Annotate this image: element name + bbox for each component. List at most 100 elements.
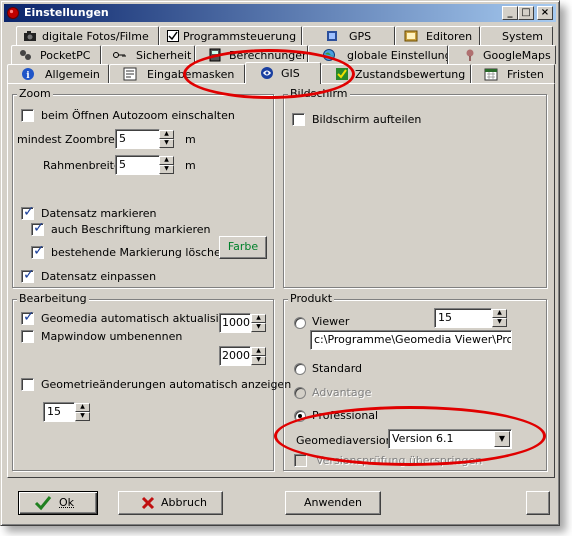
tab-label: GoogleMaps — [483, 49, 551, 62]
fit-record-label: Datensatz einpassen — [41, 270, 157, 283]
up-arrow-icon[interactable]: ▲ — [492, 309, 507, 318]
tab-googlemaps[interactable]: GoogleMaps — [448, 45, 556, 64]
auto-update-checkbox[interactable]: ✓ — [21, 309, 35, 325]
frame-width-input[interactable]: 5 — [115, 155, 160, 175]
check-icon — [336, 68, 348, 80]
viewer-label: Viewer — [312, 315, 350, 328]
info-icon: i — [22, 68, 34, 81]
maximize-button[interactable]: □ — [518, 6, 534, 20]
apply-button[interactable]: Anwenden — [285, 491, 381, 515]
down-arrow-icon[interactable]: ▼ — [251, 356, 266, 365]
tab-label: Sicherheit — [136, 49, 192, 62]
chevron-down-icon[interactable]: ▼ — [494, 431, 510, 447]
tab-gis[interactable]: GIS — [245, 62, 321, 84]
rename-mapwindow-input[interactable]: 2000 — [219, 346, 251, 366]
ok-button[interactable]: Ok — [18, 491, 98, 515]
up-arrow-icon[interactable]: ▲ — [159, 156, 174, 165]
close-button[interactable]: × — [537, 6, 553, 20]
mark-label-checkbox[interactable]: ✓ — [31, 220, 45, 236]
tab-digitale-fotos[interactable]: digitale Fotos/Filme — [16, 26, 159, 45]
professional-label: Professional — [312, 409, 379, 422]
advantage-radio[interactable] — [294, 387, 306, 399]
tab-sicherheit[interactable]: Sicherheit — [101, 45, 195, 64]
tab-pocketpc[interactable]: PocketPC — [11, 45, 101, 64]
delete-marks-checkbox[interactable]: ✓ — [31, 243, 45, 259]
viewer-number-spinner[interactable]: ▲ ▼ — [492, 309, 507, 327]
rename-mapwindow-spinner[interactable]: ▲ ▼ — [251, 347, 266, 365]
show-changes-spinner[interactable]: ▲ ▼ — [75, 403, 90, 421]
fit-record-checkbox[interactable]: ✓ — [21, 267, 35, 283]
tab-gps[interactable]: GPS — [302, 26, 395, 45]
tab-label: Berechnungen — [229, 49, 308, 62]
tab-globale-einstellung[interactable]: globale Einstellung — [308, 45, 448, 64]
checkmark-icon: ✓ — [33, 220, 45, 236]
geomedia-version-label: Geomediaversion — [296, 434, 393, 447]
frame-width-spinner[interactable]: ▲ ▼ — [159, 156, 174, 174]
up-arrow-icon[interactable]: ▲ — [159, 130, 174, 139]
show-changes-label: Geometrieänderungen automatisch anzeigen — [41, 378, 292, 391]
radio-dot-icon — [298, 414, 302, 418]
down-arrow-icon[interactable]: ▼ — [159, 165, 174, 174]
mark-record-checkbox[interactable]: ✓ — [21, 204, 35, 220]
cancel-button[interactable]: Abbruch — [118, 491, 223, 515]
tab-system[interactable]: System — [480, 26, 553, 45]
window-title: Einstellungen — [24, 6, 109, 19]
gis-tab-panel: Zoom beim Öffnen Autozoom einschalten mi… — [7, 83, 555, 478]
checkmark-icon: ✓ — [23, 204, 35, 220]
rename-mapwindow-checkbox[interactable] — [21, 330, 34, 343]
split-screen-label: Bildschirm aufteilen — [312, 113, 422, 126]
screen-legend: Bildschirm — [288, 87, 350, 100]
auto-update-input[interactable]: 1000 — [219, 313, 251, 333]
title-bar: Einstellungen _ □ × — [4, 4, 556, 22]
auto-update-spinner[interactable]: ▲ ▼ — [251, 314, 266, 332]
tab-label: PocketPC — [40, 49, 91, 62]
tab-label: GPS — [349, 30, 372, 43]
mark-record-label: Datensatz markieren — [41, 207, 157, 220]
zoom-group: Zoom beim Öffnen Autozoom einschalten mi… — [12, 87, 274, 288]
extra-button[interactable] — [526, 491, 550, 515]
split-screen-checkbox[interactable] — [292, 113, 305, 126]
svg-text:i: i — [26, 71, 30, 81]
autozoom-checkbox[interactable] — [21, 109, 34, 122]
up-arrow-icon[interactable]: ▲ — [75, 403, 90, 412]
autozoom-label: beim Öffnen Autozoom einschalten — [41, 109, 235, 122]
tab-allgemein[interactable]: i Allgemein — [7, 64, 109, 83]
min-zoom-spinner[interactable]: ▲ ▼ — [159, 130, 174, 148]
product-group: Produkt Viewer 15 ▲ ▼ c:\Programme\Geomed… — [283, 292, 547, 471]
down-arrow-icon[interactable]: ▼ — [492, 318, 507, 327]
rename-mapwindow-label: Mapwindow umbenennen — [41, 330, 183, 343]
up-arrow-icon[interactable]: ▲ — [251, 347, 266, 356]
geomedia-version-select[interactable]: Version 6.1 ▼ — [388, 429, 512, 449]
show-changes-checkbox[interactable] — [21, 378, 34, 391]
tab-editoren[interactable]: Editoren — [395, 26, 480, 45]
tab-zustandsbewertung[interactable]: Zustandsbewertung — [321, 64, 471, 83]
checkmark-icon: ✓ — [23, 309, 35, 325]
viewer-path-input[interactable]: c:\Programme\Geomedia Viewer\Progra — [310, 330, 512, 350]
viewer-radio[interactable] — [294, 317, 306, 329]
key-icon — [113, 52, 126, 58]
show-changes-input[interactable]: 15 — [43, 402, 75, 422]
viewer-number-input[interactable]: 15 — [434, 308, 492, 328]
down-arrow-icon[interactable]: ▼ — [159, 139, 174, 148]
tab-label: Editoren — [426, 30, 473, 43]
minimize-button[interactable]: _ — [502, 6, 518, 20]
editing-legend: Bearbeitung — [17, 292, 89, 305]
down-arrow-icon[interactable]: ▼ — [75, 412, 90, 421]
min-zoom-label: mindest Zoombreite — [17, 133, 129, 146]
tab-label: System — [502, 30, 544, 43]
frame-width-label: Rahmenbreite — [43, 159, 121, 172]
tab-programmsteuerung[interactable]: Programmsteuerung — [159, 26, 302, 45]
min-zoom-input[interactable]: 5 — [115, 129, 160, 149]
down-arrow-icon[interactable]: ▼ — [251, 323, 266, 332]
editor-icon — [404, 30, 418, 42]
advantage-label: Advantage — [312, 386, 372, 399]
professional-radio[interactable] — [294, 410, 306, 422]
tab-fristen[interactable]: Fristen — [471, 64, 555, 83]
min-zoom-unit: m — [185, 133, 196, 146]
tab-eingabemasken[interactable]: Eingabemasken — [109, 64, 245, 83]
up-arrow-icon[interactable]: ▲ — [251, 314, 266, 323]
standard-radio[interactable] — [294, 363, 306, 375]
color-button[interactable]: Farbe — [219, 236, 267, 259]
skip-version-check-checkbox[interactable] — [294, 454, 307, 467]
checkmark-icon: ✓ — [23, 267, 35, 283]
